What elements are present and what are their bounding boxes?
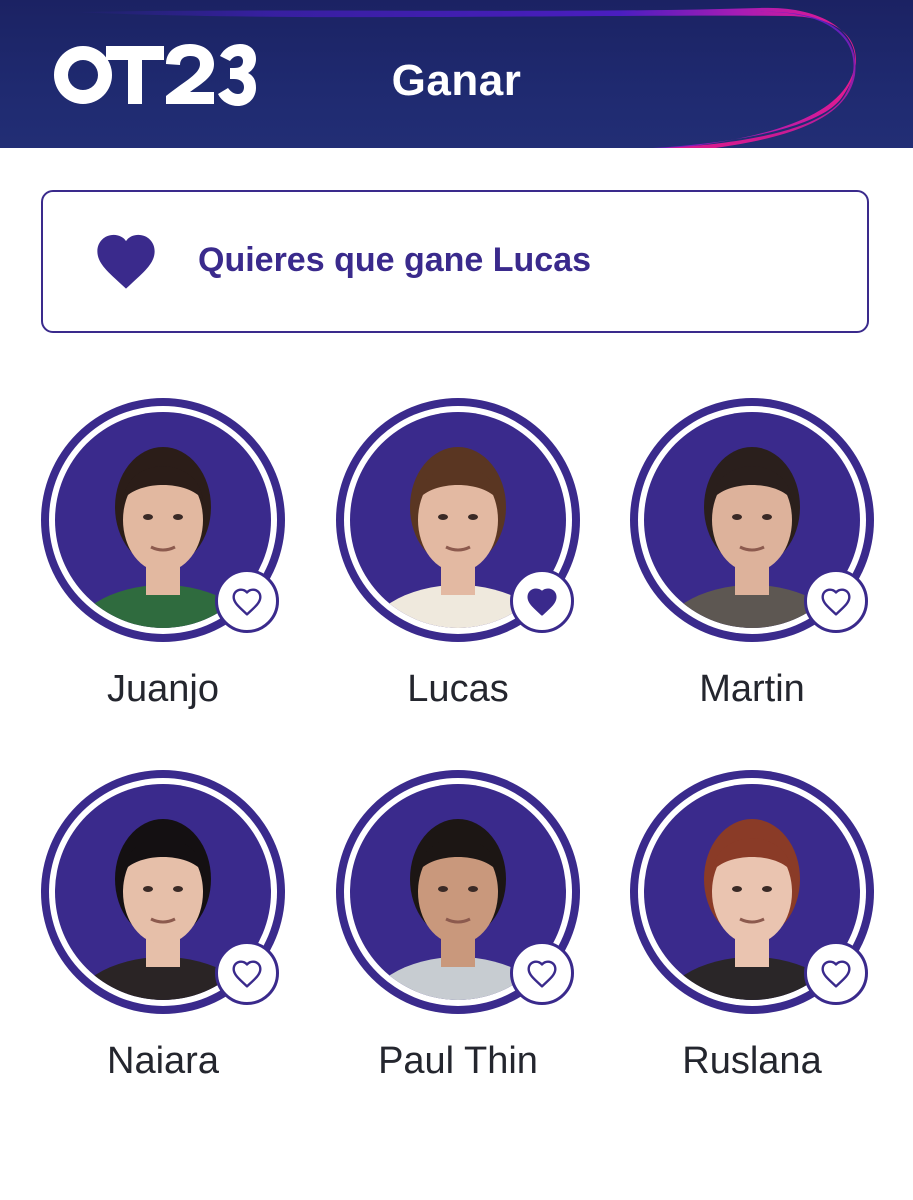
contestant-card-paul-thin[interactable]: Paul Thin [333,767,583,1097]
contestant-name: Juanjo [107,668,219,710]
app-header: Ganar [0,0,913,148]
contestant-card-naiara[interactable]: Naiara [38,767,288,1097]
favorite-button[interactable] [215,569,279,633]
vote-status-text: Quieres que gane Lucas [198,241,592,279]
contestant-name: Martin [699,668,805,710]
favorite-button[interactable] [215,941,279,1005]
heart-filled-icon [527,588,557,616]
contestant-card-juanjo[interactable]: Juanjo [38,395,288,725]
contestant-name: Paul Thin [378,1040,538,1082]
contestant-card-ruslana[interactable]: Ruslana [627,767,877,1097]
favorite-button[interactable] [804,569,868,633]
favorite-button[interactable] [804,941,868,1005]
heart-outline-icon [821,588,851,616]
contestant-card-martin[interactable]: Martin [627,395,877,725]
contestant-card-lucas[interactable]: Lucas [333,395,583,725]
heart-outline-icon [821,960,851,988]
favorite-button[interactable] [510,941,574,1005]
contestant-name: Lucas [407,668,509,710]
contestant-name: Naiara [107,1040,219,1082]
current-vote-banner: Quieres que gane Lucas [41,190,869,333]
heart-outline-icon [232,588,262,616]
page-title: Ganar [391,56,522,105]
heart-filled-icon [97,234,155,289]
heart-outline-icon [232,960,262,988]
favorite-button[interactable] [510,569,574,633]
contestant-name: Ruslana [682,1040,822,1082]
heart-outline-icon [527,960,557,988]
